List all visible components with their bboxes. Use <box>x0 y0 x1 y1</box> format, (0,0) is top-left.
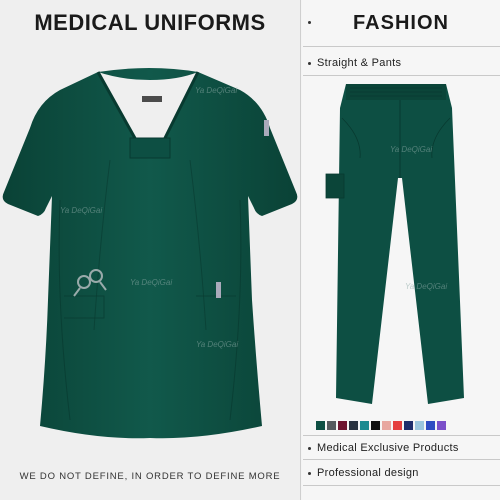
watermark: Ya DeQiGai <box>196 340 239 349</box>
watermark: Ya DeQiGai <box>130 278 173 287</box>
feature-label: Professional design <box>317 467 419 479</box>
color-swatches <box>316 421 446 430</box>
bullet-dot-icon <box>308 61 311 65</box>
scrub-top-image <box>2 68 298 439</box>
feature-label: Straight & Pants <box>317 57 402 69</box>
divider <box>300 0 301 500</box>
color-swatch[interactable] <box>437 421 446 430</box>
rule-under-feature <box>303 75 500 76</box>
color-swatch[interactable] <box>360 421 369 430</box>
color-swatch[interactable] <box>404 421 413 430</box>
rule-lower <box>303 459 500 460</box>
bullet-dot-icon <box>308 446 311 450</box>
rule-bottom <box>303 485 500 486</box>
pen-icon <box>216 282 221 298</box>
color-swatch[interactable] <box>371 421 380 430</box>
color-swatch[interactable] <box>327 421 336 430</box>
color-swatch[interactable] <box>426 421 435 430</box>
color-swatch[interactable] <box>338 421 347 430</box>
watermark: Ya DeQiGai <box>60 206 103 215</box>
feature-straight-pants: Straight & Pants <box>308 57 401 69</box>
rule-top <box>303 46 500 47</box>
pen-icon <box>264 120 269 136</box>
color-swatch[interactable] <box>393 421 402 430</box>
feature-professional-design: Professional design <box>308 467 419 479</box>
watermark: Ya DeQiGai <box>405 282 448 291</box>
scrub-pants-image <box>325 84 464 404</box>
color-swatch[interactable] <box>415 421 424 430</box>
feature-medical-exclusive: Medical Exclusive Products <box>308 442 459 454</box>
bullet-dot-icon <box>308 471 311 475</box>
watermark: Ya DeQiGai <box>390 145 433 154</box>
slogan: WE DO NOT DEFINE, IN ORDER TO DEFINE MOR… <box>19 470 281 482</box>
product-banner: MEDICAL UNIFORMS FASHION Straight & Pant… <box>0 0 500 500</box>
rule-mid <box>303 435 500 436</box>
color-swatch[interactable] <box>316 421 325 430</box>
fashion-title: FASHION <box>353 11 449 34</box>
feature-label: Medical Exclusive Products <box>317 442 459 454</box>
color-swatch[interactable] <box>382 421 391 430</box>
watermark: Ya DeQiGai <box>195 86 238 95</box>
color-swatch[interactable] <box>349 421 358 430</box>
